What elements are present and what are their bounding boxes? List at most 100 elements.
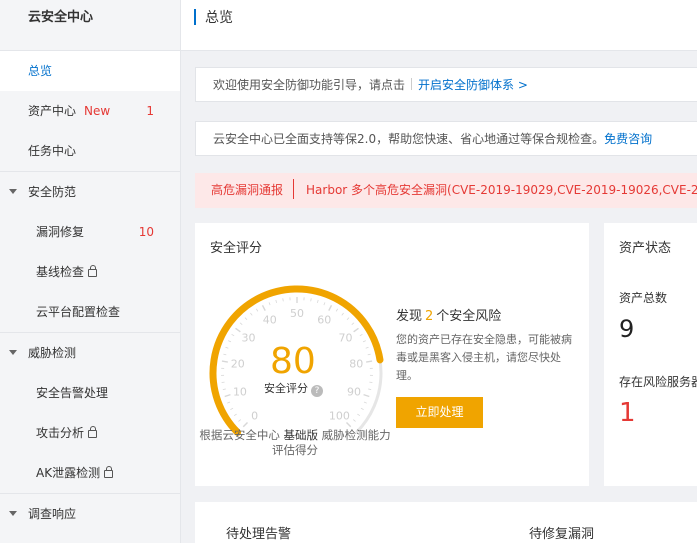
gauge-tick-label: 20 (231, 358, 245, 371)
sidebar-item-task-center[interactable]: 任务中心 (0, 131, 180, 171)
gauge-tick-mark (227, 401, 231, 404)
alert-label: 高危漏洞通报 (211, 183, 284, 197)
compliance-notice: 云安全中心已全面支持等保2.0，帮助您快速、省心地通过等保合规检查。免费咨询 (195, 121, 697, 156)
gauge-tick-mark (224, 393, 231, 398)
desc-edition: 基础版 (283, 428, 319, 442)
risk-description: 您的资产已存在安全隐患，可能被病毒或是黑客入侵主机，请您尽快处理。 (396, 333, 572, 382)
gauge-tick-label: 40 (263, 314, 277, 327)
pending-alerts-title: 待处理告警 (226, 527, 292, 542)
score-label-text: 安全评分 (264, 382, 308, 395)
sidebar-item-overview[interactable]: 总览 (0, 51, 180, 91)
sidebar-item-baseline-check[interactable]: 基线检查 (0, 252, 180, 292)
gauge-tick-mark (275, 299, 278, 304)
sidebar-item-label: 任务中心 (28, 144, 77, 158)
security-score-card: 安全评分 0 10 20 30 40 50 60 70 80 90 100 80 安全评分? 根据云… (195, 223, 589, 486)
card-title: 资产状态 (619, 241, 672, 256)
sidebar-item-attack-analysis[interactable]: 攻击分析 (0, 413, 180, 453)
score-value: 80 (270, 341, 316, 382)
gauge-tick-mark (228, 340, 232, 343)
gauge-tick-mark (352, 419, 356, 422)
handle-now-button[interactable]: 立即处理 (396, 397, 483, 428)
sidebar-item-label: 资产中心 (28, 104, 77, 118)
gauge-tick-label: 60 (317, 314, 331, 327)
caret-down-icon (9, 350, 17, 355)
lock-icon (88, 265, 98, 277)
desc-line2: 评估得分 (272, 443, 318, 457)
gauge-tick-mark (363, 393, 370, 398)
gauge-tick-mark (222, 388, 226, 390)
guide-link[interactable]: 开启安全防御体系 > (418, 78, 528, 92)
gauge-tick-mark (230, 407, 234, 410)
gauge-tick-mark (363, 401, 367, 404)
risk-server-label: 存在风险服务器 (619, 375, 697, 389)
gauge-tick-mark (223, 353, 227, 356)
risk-count: 2 (425, 309, 434, 324)
sidebar-item-cloud-config-check[interactable]: 云平台配置检查 (0, 292, 180, 332)
vuln-alert-banner[interactable]: 高危漏洞通报 Harbor 多个高危安全漏洞(CVE-2019-19029,CVE… (195, 173, 697, 208)
page-header: 总览 (181, 0, 697, 51)
risk-prefix: 发现 (396, 309, 423, 324)
sidebar: 云安全中心 总览 资产中心 New 1 任务中心 安全防范 漏洞修复 10 基线检… (0, 0, 181, 543)
gauge-tick-mark (323, 302, 326, 306)
risk-server-value[interactable]: 1 (619, 398, 636, 428)
guide-text: 欢迎使用安全防御功能引导，请点击 (213, 78, 406, 92)
gauge-tick-mark (244, 317, 248, 321)
gauge-tick-mark (357, 413, 361, 417)
sidebar-item-label: 安全告警处理 (36, 386, 109, 400)
guide-notice: 欢迎使用安全防御功能引导，请点击 开启安全防御体系 > (195, 67, 697, 102)
sidebar-item-label: 总览 (28, 64, 53, 78)
sidebar-item-label: 安全防范 (28, 185, 77, 199)
consult-link[interactable]: 免费咨询 (604, 132, 652, 146)
asset-status-card: 资产状态 资产总数 9 存在风险服务器 1 (604, 223, 697, 486)
gauge-tick-mark (316, 299, 319, 304)
alert-text[interactable]: Harbor 多个高危安全漏洞(CVE-2019-19029,CVE-2019-… (306, 183, 697, 197)
gauge-tick-mark (353, 327, 359, 333)
sidebar-item-label: 威胁检测 (28, 346, 77, 360)
alert-divider (293, 179, 295, 199)
gauge-tick-mark (221, 360, 228, 363)
pending-card: 待处理告警 待修复漏洞 (195, 502, 697, 543)
risk-suffix: 个安全风险 (436, 309, 502, 324)
gauge-tick-mark (239, 322, 243, 326)
sidebar-group-security-prevention[interactable]: 安全防范 (0, 172, 180, 212)
gauge-tick-label: 90 (347, 386, 361, 399)
lock-icon (88, 426, 98, 438)
gauge-tick-mark (351, 322, 355, 326)
gauge-tick-mark (233, 413, 237, 417)
gauge-tick-mark (362, 340, 366, 343)
desc-prefix: 根据云安全中心 (199, 428, 280, 442)
gauge-tick-mark (360, 407, 364, 410)
sidebar-item-alert-handling[interactable]: 安全告警处理 (0, 373, 180, 413)
sidebar-item-label: 调查响应 (28, 507, 77, 521)
sidebar-item-ak-leak-detection[interactable]: AK泄露检测 (0, 453, 180, 493)
gauge-tick-label: 70 (339, 332, 353, 345)
gauge-tick-label: 0 (251, 409, 258, 422)
gauge-tick-mark (255, 308, 259, 312)
sidebar-group-threat-detection[interactable]: 威胁检测 (0, 333, 180, 373)
desc-suffix: 威胁检测能力 (321, 428, 391, 442)
gauge-tick-mark (328, 304, 333, 311)
compliance-text: 云安全中心已全面支持等保2.0，帮助您快速、省心地通过等保合规检查。 (213, 132, 605, 146)
gauge-tick-mark (341, 312, 344, 316)
risk-heading: 发现 2 个安全风险 (396, 305, 501, 324)
sidebar-item-asset-center[interactable]: 资产中心 New 1 (0, 91, 180, 131)
count-badge: 1 (146, 104, 154, 118)
pending-vulns-title: 待修复漏洞 (529, 527, 595, 542)
asset-total-value[interactable]: 9 (619, 315, 634, 343)
sidebar-item-label: 攻击分析 (36, 426, 85, 440)
count-badge: 10 (138, 225, 154, 239)
asset-total-label: 资产总数 (619, 291, 668, 305)
sidebar-title: 云安全中心 (0, 0, 180, 51)
help-icon[interactable]: ? (311, 385, 323, 397)
gauge-tick-mark (235, 327, 241, 333)
gauge-tick-label: 50 (290, 307, 304, 320)
new-badge: New (84, 104, 111, 118)
sidebar-item-vuln-fix[interactable]: 漏洞修复 10 (0, 212, 180, 252)
gauge-tick-mark (282, 298, 284, 302)
gauge-tick-mark (268, 302, 271, 306)
score-description: 根据云安全中心 基础版 威胁检测能力 评估得分 (195, 428, 395, 458)
gauge-tick-mark (368, 388, 372, 390)
sidebar-group-investigation[interactable]: 调查响应 (0, 494, 180, 534)
score-label: 安全评分? (264, 380, 323, 397)
gauge-tick-mark (365, 346, 369, 349)
